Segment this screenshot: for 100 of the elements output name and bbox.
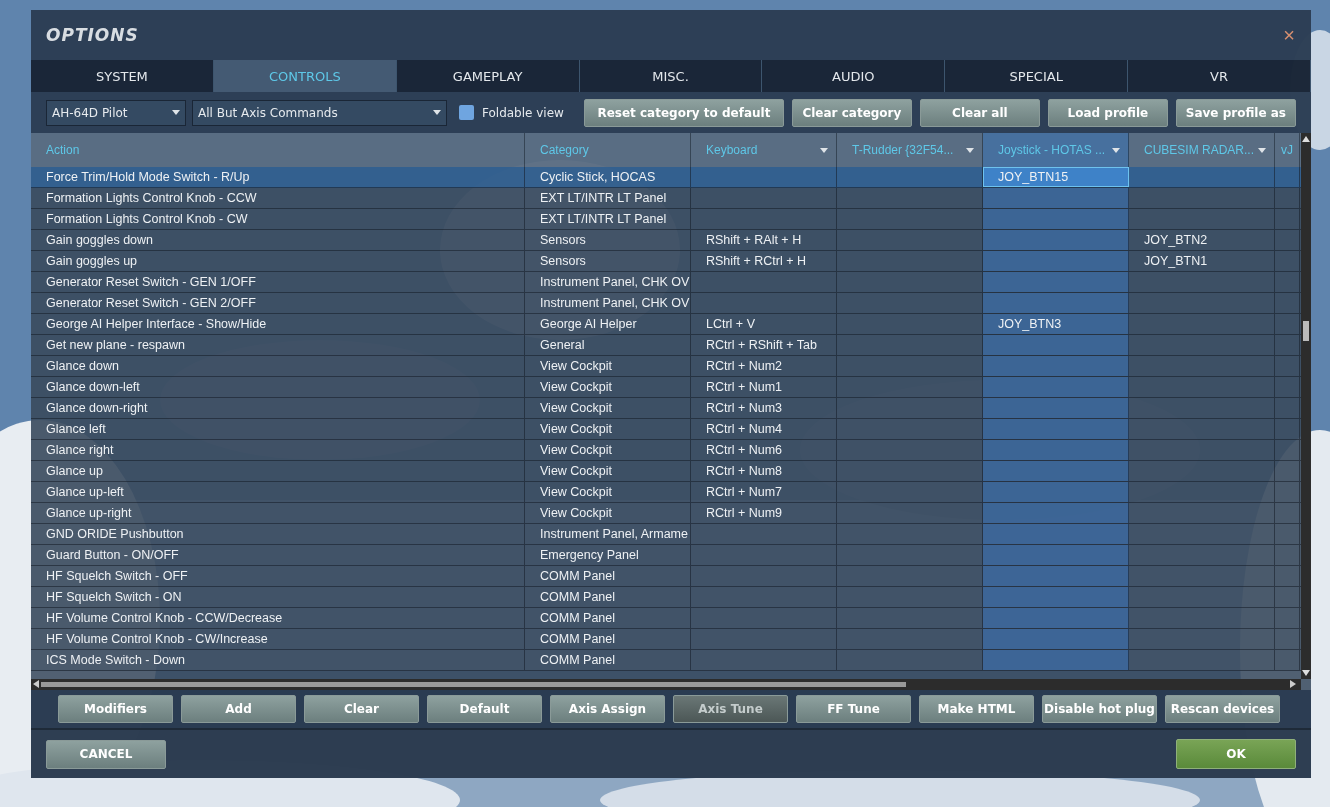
- table-cell: Glance up-left: [31, 482, 525, 502]
- table-cell: Gain goggles up: [31, 251, 525, 271]
- table-row[interactable]: HF Squelch Switch - ON COMM Panel: [31, 587, 1301, 608]
- table-cell: Glance up-right: [31, 503, 525, 523]
- table-cell: JOY_BTN3: [983, 314, 1129, 334]
- close-button[interactable]: ×: [1281, 23, 1297, 47]
- table-cell: View Cockpit: [525, 461, 691, 481]
- table-cell: RCtrl + Num1: [691, 377, 837, 397]
- table-row[interactable]: Formation Lights Control Knob - CW EXT LT/INTR LT Panel: [31, 209, 1301, 230]
- table-cell: JOY_BTN1: [1129, 251, 1275, 271]
- table-cell: Generator Reset Switch - GEN 2/OFF: [31, 293, 525, 313]
- scroll-down-icon[interactable]: [1301, 669, 1311, 677]
- tab[interactable]: AUDIO: [762, 60, 946, 92]
- table-cell: GND ORIDE Pushbutton: [31, 524, 525, 544]
- tab[interactable]: GAMEPLAY: [396, 60, 580, 92]
- table-row[interactable]: Glance up-right View Cockpit RCtrl + Num9: [31, 503, 1301, 524]
- table-row[interactable]: Force Trim/Hold Mode Switch - R/Up Cyclic Stick, HOCAS JOY_BTN15: [31, 167, 1301, 188]
- aircraft-dropdown[interactable]: AH-64D Pilot: [46, 99, 186, 126]
- caret-icon: [966, 147, 974, 153]
- caret-icon: [172, 110, 180, 115]
- table-row[interactable]: Glance down-left View Cockpit RCtrl + Num1: [31, 377, 1301, 398]
- table-row[interactable]: Guard Button - ON/OFF Emergency Panel: [31, 545, 1301, 566]
- table-cell: Instrument Panel, CHK OV: [525, 293, 691, 313]
- tab[interactable]: VR: [1128, 60, 1311, 92]
- table-cell: Formation Lights Control Knob - CCW: [31, 188, 525, 208]
- table-row[interactable]: Formation Lights Control Knob - CCW EXT LT/INTR LT Panel: [31, 188, 1301, 209]
- table-cell: Emergency Panel: [525, 545, 691, 565]
- tab[interactable]: SPECIAL: [945, 60, 1129, 92]
- table-cell: COMM Panel: [525, 629, 691, 649]
- table-cell: Cyclic Stick, HOCAS: [525, 167, 691, 187]
- vertical-scrollbar[interactable]: [1301, 133, 1311, 679]
- table-cell: EXT LT/INTR LT Panel: [525, 188, 691, 208]
- tab[interactable]: MISC.: [579, 60, 763, 92]
- table-cell: JOY_BTN15: [983, 167, 1129, 187]
- table-cell: HF Volume Control Knob - CCW/Decrease: [31, 608, 525, 628]
- table-row[interactable]: Glance down-right View Cockpit RCtrl + Num3: [31, 398, 1301, 419]
- window-title: OPTIONS: [46, 25, 139, 45]
- table-row[interactable]: GND ORIDE Pushbutton Instrument Panel, Armame: [31, 524, 1301, 545]
- table-row[interactable]: Glance up View Cockpit RCtrl + Num8: [31, 461, 1301, 482]
- table-cell: Instrument Panel, CHK OV: [525, 272, 691, 292]
- table-cell: Generator Reset Switch - GEN 1/OFF: [31, 272, 525, 292]
- table-row[interactable]: Generator Reset Switch - GEN 1/OFF Instrument Panel, CHK OV: [31, 272, 1301, 293]
- table-cell: Sensors: [525, 251, 691, 271]
- table-cell: Guard Button - ON/OFF: [31, 545, 525, 565]
- table-cell: EXT LT/INTR LT Panel: [525, 209, 691, 229]
- table-cell: RCtrl + Num3: [691, 398, 837, 418]
- scroll-left-icon[interactable]: [32, 679, 40, 689]
- table-row[interactable]: HF Volume Control Knob - CW/Increase COMM Panel: [31, 629, 1301, 650]
- table-cell: Gain goggles down: [31, 230, 525, 250]
- table-cell: RCtrl + Num4: [691, 419, 837, 439]
- table-cell: View Cockpit: [525, 440, 691, 460]
- table-row[interactable]: Get new plane - respawn General RCtrl + RShift + Tab: [31, 335, 1301, 356]
- table-cell: Instrument Panel, Armame: [525, 524, 691, 544]
- table-row[interactable]: George AI Helper Interface - Show/Hide George AI Helper LCtrl + V JOY_BTN3: [31, 314, 1301, 335]
- checkbox-label: Foldable view: [482, 105, 564, 120]
- table-cell: George AI Helper Interface - Show/Hide: [31, 314, 525, 334]
- tab[interactable]: SYSTEM: [31, 60, 214, 92]
- table-row[interactable]: Glance up-left View Cockpit RCtrl + Num7: [31, 482, 1301, 503]
- table-cell: Sensors: [525, 230, 691, 250]
- table-cell: LCtrl + V: [691, 314, 837, 334]
- table-cell: HF Squelch Switch - OFF: [31, 566, 525, 586]
- table-row[interactable]: ICS Mode Switch - Down COMM Panel: [31, 650, 1301, 671]
- table-cell: RShift + RAlt + H: [691, 230, 837, 250]
- table-cell: RCtrl + Num6: [691, 440, 837, 460]
- table-cell: Get new plane - respawn: [31, 335, 525, 355]
- table-row[interactable]: HF Squelch Switch - OFF COMM Panel: [31, 566, 1301, 587]
- caret-icon: [1258, 147, 1266, 153]
- table-row[interactable]: HF Volume Control Knob - CCW/Decrease COMM Panel: [31, 608, 1301, 629]
- table-row[interactable]: Glance down View Cockpit RCtrl + Num2: [31, 356, 1301, 377]
- scroll-up-icon[interactable]: [1301, 135, 1311, 143]
- caret-icon: [820, 147, 828, 153]
- table-cell: View Cockpit: [525, 377, 691, 397]
- table-row[interactable]: Gain goggles down Sensors RShift + RAlt + H JOY_BTN2: [31, 230, 1301, 251]
- table-cell: Glance right: [31, 440, 525, 460]
- table-row[interactable]: Gain goggles up Sensors RShift + RCtrl + H JOY_BTN1: [31, 251, 1301, 272]
- table-cell: ICS Mode Switch - Down: [31, 650, 525, 670]
- table-cell: View Cockpit: [525, 482, 691, 502]
- table-cell: View Cockpit: [525, 398, 691, 418]
- table-cell: COMM Panel: [525, 608, 691, 628]
- table-cell: RShift + RCtrl + H: [691, 251, 837, 271]
- table-cell: HF Volume Control Knob - CW/Increase: [31, 629, 525, 649]
- table-cell: Formation Lights Control Knob - CW: [31, 209, 525, 229]
- scroll-right-icon[interactable]: [1289, 679, 1297, 689]
- table-cell: RCtrl + Num7: [691, 482, 837, 502]
- table-cell: RCtrl + RShift + Tab: [691, 335, 837, 355]
- caret-icon: [433, 110, 441, 115]
- table-row[interactable]: Glance left View Cockpit RCtrl + Num4: [31, 419, 1301, 440]
- tab[interactable]: CONTROLS: [213, 60, 397, 92]
- table-row[interactable]: Generator Reset Switch - GEN 2/OFF Instrument Panel, CHK OV: [31, 293, 1301, 314]
- table-row[interactable]: Glance right View Cockpit RCtrl + Num6: [31, 440, 1301, 461]
- table-cell: RCtrl + Num8: [691, 461, 837, 481]
- horizontal-scrollbar[interactable]: [31, 679, 1301, 690]
- checkbox[interactable]: [459, 105, 474, 120]
- table-cell: View Cockpit: [525, 419, 691, 439]
- filter-dropdown[interactable]: All But Axis Commands: [192, 99, 447, 126]
- table-cell: HF Squelch Switch - ON: [31, 587, 525, 607]
- table-cell: George AI Helper: [525, 314, 691, 334]
- caret-icon: [1112, 147, 1120, 153]
- table-cell: RCtrl + Num2: [691, 356, 837, 376]
- table-cell: View Cockpit: [525, 356, 691, 376]
